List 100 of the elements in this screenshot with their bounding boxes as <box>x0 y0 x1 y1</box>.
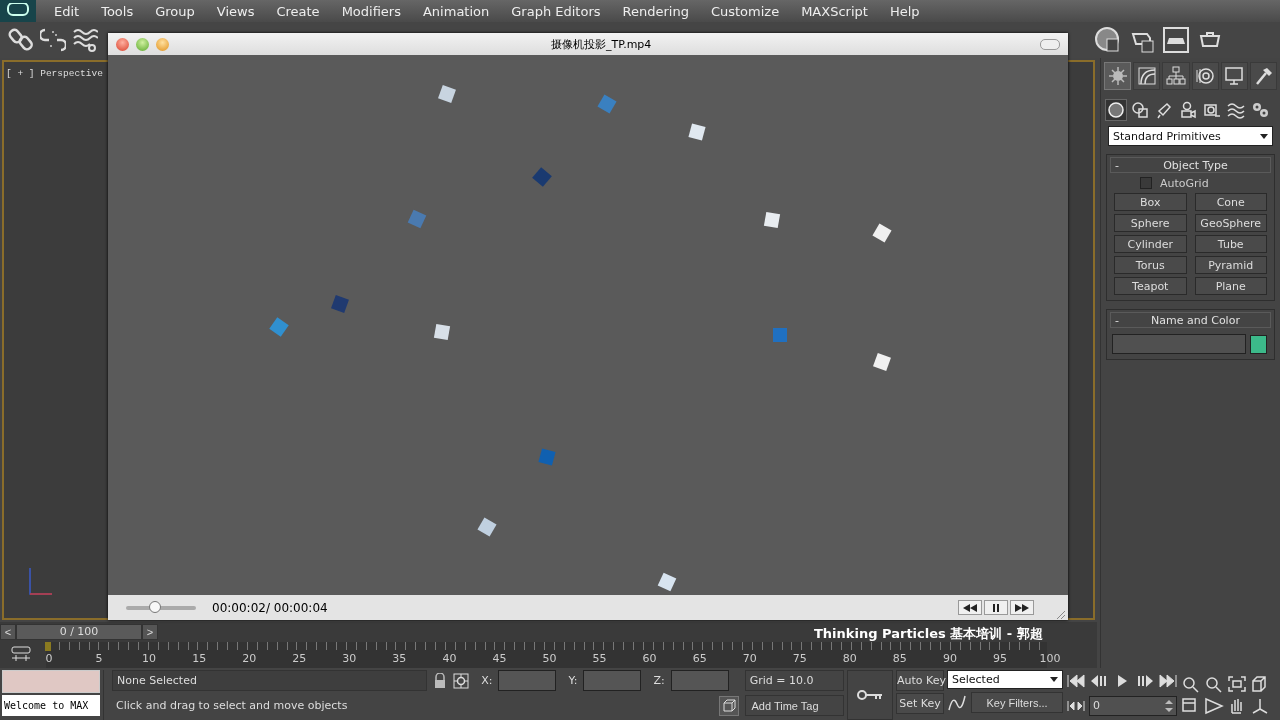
previous-key-icon[interactable] <box>1089 672 1109 689</box>
close-button[interactable] <box>116 37 129 51</box>
next-frame-button[interactable]: > <box>142 624 158 640</box>
primitive-button[interactable]: Sphere <box>1114 214 1187 232</box>
listener-field[interactable] <box>2 670 100 693</box>
menu-item[interactable]: Views <box>216 3 255 19</box>
tangent-curve-icon[interactable] <box>947 693 967 712</box>
wave-icon[interactable] <box>72 27 98 53</box>
current-frame-field[interactable]: 0 <box>1089 695 1177 716</box>
menu-item[interactable]: Tools <box>101 3 134 19</box>
tick-label: 65 <box>692 652 707 665</box>
app-logo-icon[interactable] <box>0 0 36 22</box>
primitive-button[interactable]: Torus <box>1114 256 1187 274</box>
resize-grip-icon[interactable] <box>1056 610 1066 620</box>
time-slider-thumb[interactable]: 0 / 100 <box>16 624 142 640</box>
primitive-button[interactable]: Cylinder <box>1114 235 1187 253</box>
key-icon <box>857 690 883 700</box>
tick-label: 40 <box>442 652 457 665</box>
absolute-mode-icon[interactable] <box>453 672 470 689</box>
zoom-extents-icon[interactable] <box>1227 675 1247 693</box>
material-sphere-icon[interactable] <box>1094 26 1122 54</box>
lock-icon[interactable] <box>433 672 448 689</box>
name-field[interactable] <box>1112 334 1246 354</box>
primitive-button[interactable]: Pyramid <box>1194 256 1267 274</box>
menu-item[interactable]: Modifiers <box>341 3 401 19</box>
menu-item[interactable]: Create <box>276 3 320 19</box>
go-to-end-icon[interactable] <box>1158 672 1178 689</box>
rollout-header[interactable]: - Object Type <box>1110 157 1271 173</box>
link-icon[interactable] <box>8 27 34 53</box>
rewind-button[interactable] <box>958 600 982 615</box>
menu-item[interactable]: Rendering <box>622 3 689 19</box>
panel-tab[interactable] <box>1133 62 1161 90</box>
fast-forward-icon <box>1015 603 1029 612</box>
coordinate-field[interactable] <box>583 670 642 691</box>
category-button[interactable] <box>1154 100 1174 120</box>
playback-time: 00:00:02/ 00:00:04 <box>212 600 328 615</box>
coordinate-field[interactable] <box>670 670 729 691</box>
tick-label: 70 <box>742 652 757 665</box>
category-button[interactable] <box>1250 100 1270 120</box>
curve-editor-icon[interactable] <box>10 646 32 664</box>
tick-label: 95 <box>992 652 1007 665</box>
panel-tab[interactable] <box>1162 62 1190 90</box>
menu-item[interactable]: Group <box>155 3 195 19</box>
primitive-button[interactable]: Tube <box>1194 235 1267 253</box>
viewport-label[interactable]: [ + ] Perspective <box>6 68 103 79</box>
zoom-all-icon[interactable] <box>1204 675 1224 693</box>
category-dropdown[interactable]: Standard Primitives <box>1108 126 1273 146</box>
set-key-mode-button[interactable]: Set Key <box>896 693 944 714</box>
tick-label: 85 <box>892 652 907 665</box>
prompt-line: Click and drag to select and move objects <box>115 698 349 714</box>
pause-button[interactable] <box>984 600 1008 615</box>
primitive-button[interactable]: Teapot <box>1114 277 1187 295</box>
tick-label: 75 <box>792 652 807 665</box>
category-button[interactable] <box>1106 100 1126 120</box>
next-key-icon[interactable] <box>1135 672 1155 689</box>
fast-forward-button[interactable] <box>1010 600 1034 615</box>
panel-tab[interactable] <box>1104 62 1132 90</box>
coordinate-field[interactable] <box>498 670 557 691</box>
tick-label: 10 <box>142 652 157 665</box>
tick-label: 25 <box>292 652 307 665</box>
menu-item[interactable]: Animation <box>422 3 490 19</box>
add-time-tag-button[interactable]: Add Time Tag <box>744 695 844 716</box>
orbit-icon[interactable] <box>1250 697 1270 715</box>
rollout-header[interactable]: - Name and Color <box>1110 312 1271 328</box>
tick-label: 15 <box>192 652 207 665</box>
category-button[interactable] <box>1130 100 1150 120</box>
category-button[interactable] <box>1226 100 1246 120</box>
category-button[interactable] <box>1178 100 1198 120</box>
key-mode-dropdown[interactable]: Selected <box>947 670 1063 689</box>
menu-item[interactable]: Graph Editors <box>511 3 601 19</box>
video-caption: Thinking Particles 基本培训 - 郭超 <box>814 625 1043 643</box>
tick-label: 0 <box>45 652 53 665</box>
go-to-start-icon[interactable] <box>1066 672 1086 689</box>
listener-output[interactable]: Welcome to MAX <box>2 695 100 716</box>
menu-item[interactable]: Customize <box>710 3 780 19</box>
menu-item[interactable]: MAXScript <box>801 3 868 19</box>
autogrid-checkbox[interactable] <box>1140 177 1152 189</box>
auto-key-button[interactable]: Auto Key <box>896 670 944 691</box>
toolbar-toggle-button[interactable] <box>1040 39 1060 50</box>
primitive-button[interactable]: GeoSphere <box>1194 214 1267 232</box>
previous-frame-button[interactable]: < <box>0 624 16 640</box>
key-filters-button[interactable]: Key Filters... <box>971 692 1063 713</box>
menu-item[interactable]: Edit <box>54 3 80 19</box>
sun-icon <box>1107 66 1128 86</box>
primitive-button[interactable]: Cone <box>1194 193 1267 211</box>
field-of-view-icon[interactable] <box>1204 697 1224 715</box>
primitive-button[interactable]: Plane <box>1194 277 1267 295</box>
slider-thumb[interactable] <box>149 600 161 613</box>
unlink-icon[interactable] <box>40 27 66 53</box>
panel-tab[interactable] <box>1249 62 1278 90</box>
color-swatch[interactable] <box>1250 334 1267 354</box>
menu-item[interactable]: Help <box>889 3 920 19</box>
hammer-icon <box>1256 68 1273 85</box>
zoom-icon[interactable] <box>1181 675 1201 693</box>
cube-icon[interactable] <box>718 695 739 716</box>
panel-tab[interactable] <box>1191 62 1219 90</box>
primitive-button[interactable]: Box <box>1114 193 1187 211</box>
tick-label: 45 <box>492 652 507 665</box>
panel-tab[interactable] <box>1220 62 1248 90</box>
set-key-button[interactable] <box>847 670 893 720</box>
